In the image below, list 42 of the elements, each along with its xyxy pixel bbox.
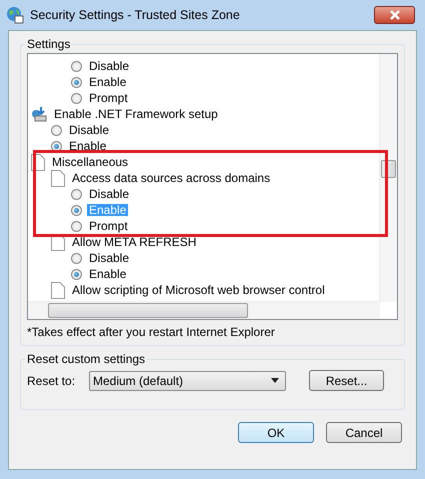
option-label[interactable]: Prompt: [87, 220, 130, 232]
document-icon: [51, 170, 65, 186]
globe-icon: [6, 6, 24, 24]
option-label[interactable]: Disable: [87, 188, 132, 200]
option-label[interactable]: Disable: [87, 60, 132, 72]
group-title: Settings: [26, 37, 72, 51]
radio-button[interactable]: [51, 140, 62, 152]
radio-button[interactable]: [71, 60, 82, 72]
radio-button[interactable]: [71, 252, 82, 264]
setting-label: Allow scripting of Microsoft web browser control: [71, 284, 326, 296]
radio-button[interactable]: [71, 204, 82, 216]
horizontal-scrollbar[interactable]: [28, 301, 380, 319]
radio-button[interactable]: [71, 76, 82, 88]
document-icon: [51, 282, 65, 298]
group-title: Reset custom settings: [26, 352, 146, 366]
dropdown-arrow-icon: [271, 378, 279, 383]
vertical-scrollbar[interactable]: [379, 54, 397, 302]
setting-label: Enable .NET Framework setup: [53, 108, 219, 120]
installer-icon: [31, 106, 47, 122]
setting-label: Allow META REFRESH: [71, 236, 198, 248]
reset-to-label: Reset to:: [27, 374, 76, 388]
option-label[interactable]: Enable: [67, 140, 108, 152]
radio-button[interactable]: [71, 188, 82, 200]
setting-label: Access data sources across domains: [71, 172, 272, 184]
option-label[interactable]: Disable: [87, 252, 132, 264]
restart-note: *Takes effect after you restart Internet Explorer: [27, 325, 276, 339]
radio-button[interactable]: [71, 92, 82, 104]
reset-level-dropdown[interactable]: Medium (default): [89, 370, 286, 390]
option-label[interactable]: Disable: [67, 124, 112, 136]
radio-button[interactable]: [71, 220, 82, 232]
option-label[interactable]: Enable: [87, 76, 128, 88]
reset-button[interactable]: Reset...: [309, 370, 384, 391]
ok-button[interactable]: OK: [238, 422, 314, 443]
option-label[interactable]: Enable: [87, 268, 128, 280]
cancel-button[interactable]: Cancel: [326, 422, 402, 443]
option-label[interactable]: Prompt: [87, 92, 130, 104]
window-title: Security Settings - Trusted Sites Zone: [30, 8, 240, 22]
setting-label: Miscellaneous: [51, 156, 130, 168]
radio-button[interactable]: [51, 124, 62, 136]
radio-button[interactable]: [71, 268, 82, 280]
close-button[interactable]: [374, 6, 415, 24]
close-icon: [388, 10, 400, 20]
